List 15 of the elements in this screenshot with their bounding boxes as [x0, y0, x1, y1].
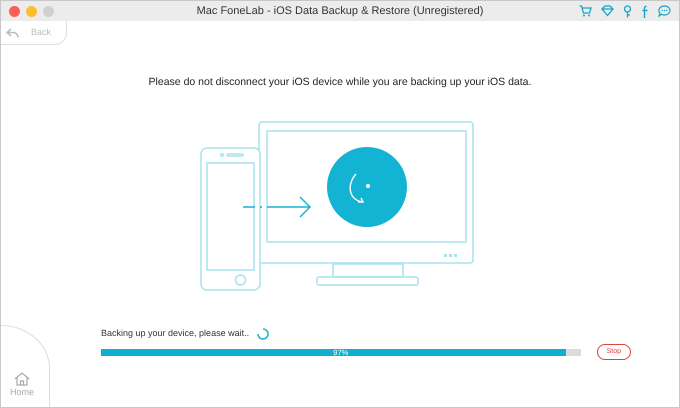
progress-label: Backing up your device, please wait.. [101, 326, 250, 340]
minimize-button[interactable] [26, 6, 37, 16]
zoom-button[interactable] [43, 6, 54, 16]
chat-icon[interactable] [658, 4, 671, 16]
loading-spinner-icon [257, 328, 270, 340]
warning-message: Please do not disconnect your iOS device while you are backing up your iOS data. [148, 75, 532, 90]
facebook-icon[interactable] [641, 4, 649, 18]
home-button[interactable]: Home [1, 325, 50, 407]
reply-arrow-icon [6, 28, 19, 38]
key-icon[interactable] [623, 4, 632, 18]
window-title: Mac FoneLab - iOS Data Backup & Restore (Unregistered) [196, 4, 484, 19]
home-icon [14, 372, 30, 386]
close-button[interactable] [9, 6, 20, 16]
cart-icon[interactable] [579, 4, 592, 16]
diamond-icon[interactable] [601, 4, 614, 16]
